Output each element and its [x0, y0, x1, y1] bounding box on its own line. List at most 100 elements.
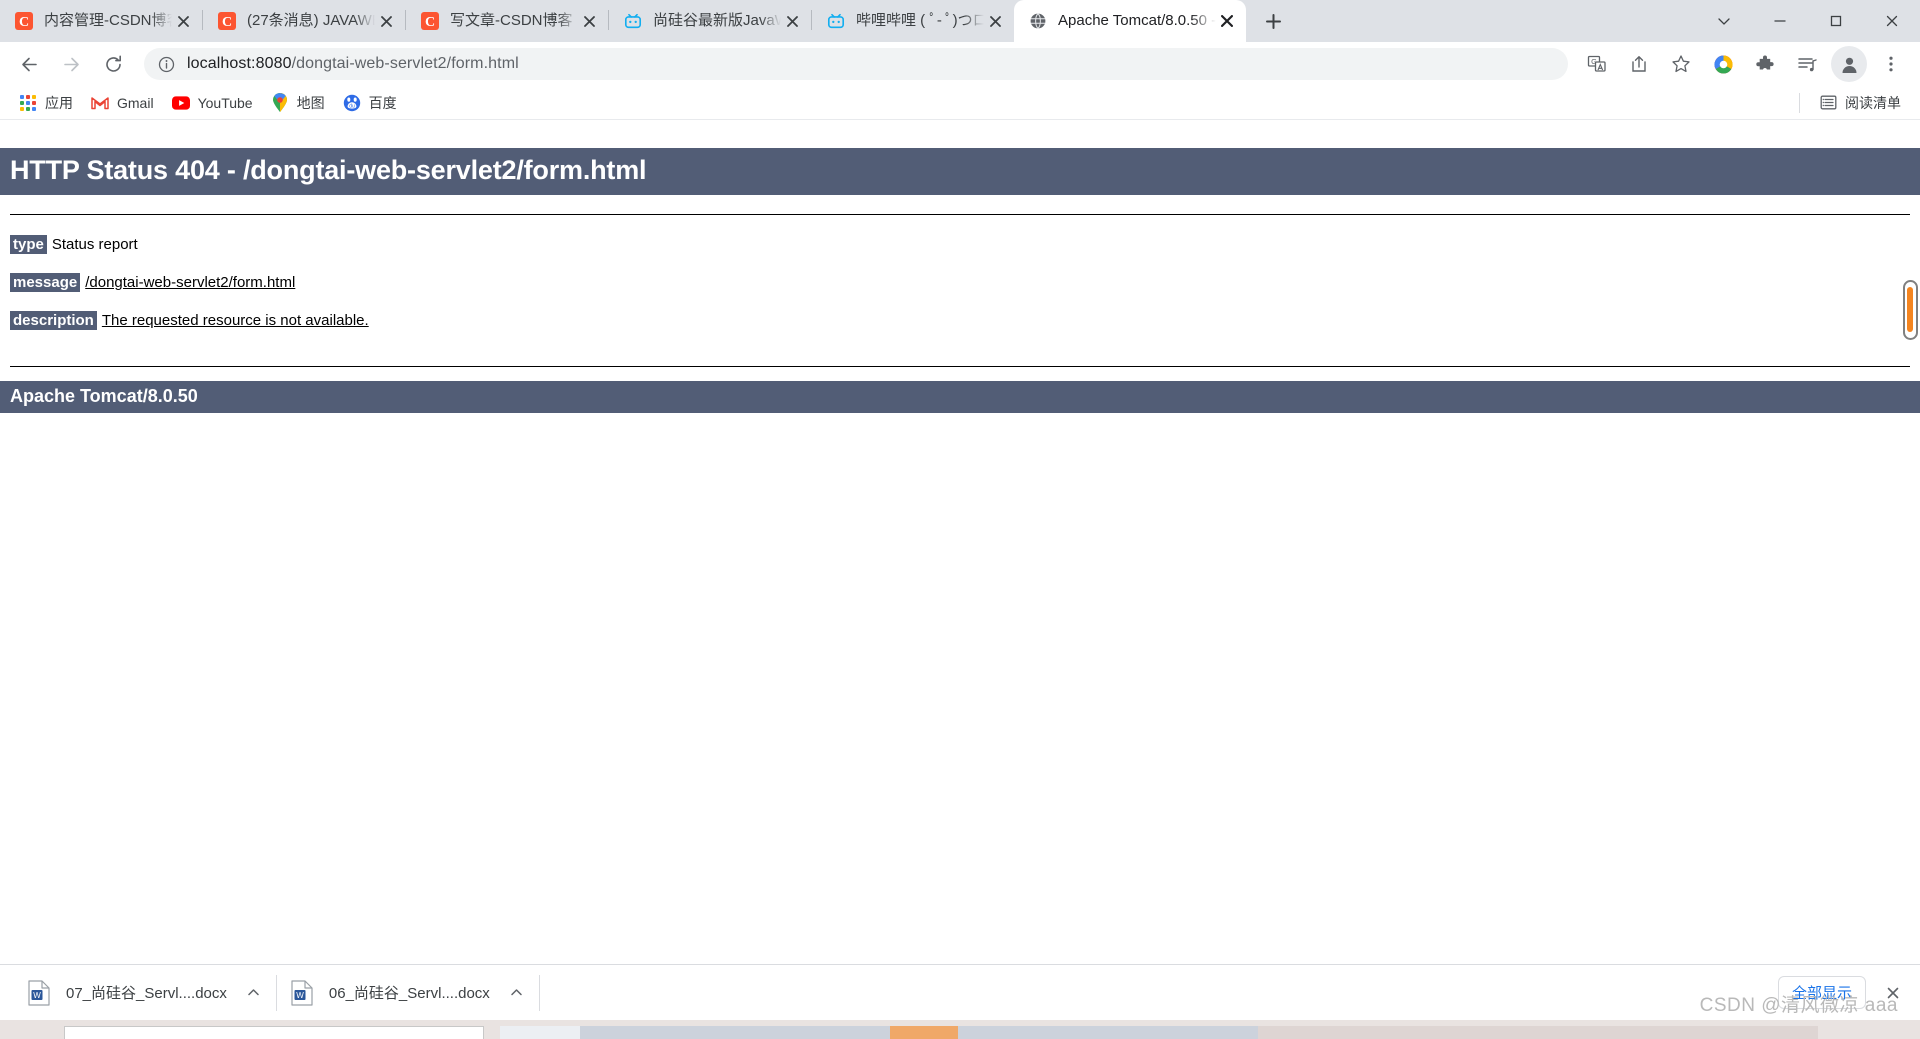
- tab-title: 写文章-CSDN博客: [450, 12, 573, 29]
- download-file-name: 07_尚硅谷_Servl....docx: [66, 985, 227, 1002]
- browser-tab-0[interactable]: C 内容管理-CSDN博客: [0, 0, 202, 42]
- bookmark-youtube[interactable]: YouTube: [163, 89, 262, 117]
- divider-top: [10, 214, 1910, 215]
- globe-icon: [1028, 11, 1048, 31]
- chevron-up-icon[interactable]: [247, 986, 260, 999]
- svg-text:du: du: [349, 103, 355, 109]
- tab-close-button[interactable]: [578, 10, 600, 32]
- tab-title: (27条消息) JAVAWEB-NOT: [247, 12, 375, 29]
- error-row-label: description: [10, 311, 97, 330]
- taskbar-block: [890, 1026, 958, 1039]
- bookmark-label: 地图: [296, 94, 325, 111]
- svg-text:W: W: [33, 991, 41, 1000]
- new-tab-button[interactable]: [1254, 2, 1292, 40]
- close-window-button[interactable]: [1864, 0, 1920, 42]
- os-taskbar-sliver: [0, 1020, 1920, 1039]
- download-separator: [538, 974, 540, 1011]
- browser-tab-4[interactable]: 哔哩哔哩 ( ﾟ- ﾟ)つロ 干杯~: [812, 0, 1014, 42]
- chrome-colorwheel-icon[interactable]: [1705, 46, 1741, 82]
- tab-close-button[interactable]: [375, 10, 397, 32]
- share-icon[interactable]: [1621, 46, 1657, 82]
- show-all-downloads-button[interactable]: 全部显示: [1777, 976, 1866, 1009]
- bookmark-label: YouTube: [197, 94, 253, 111]
- back-button[interactable]: [11, 46, 47, 82]
- download-shelf-right: 全部显示: [1777, 976, 1908, 1009]
- taskbar-block: [958, 1026, 1258, 1039]
- profile-avatar-icon[interactable]: [1831, 46, 1867, 82]
- tab-close-button[interactable]: [984, 10, 1006, 32]
- maximize-button[interactable]: [1808, 0, 1864, 42]
- youtube-icon: [171, 94, 190, 112]
- bookmark-apps[interactable]: 应用: [10, 89, 82, 117]
- reading-list-button[interactable]: 阅读清单: [1810, 89, 1910, 117]
- bookmark-label: Gmail: [117, 94, 154, 111]
- google-maps-pin-icon: [271, 93, 289, 112]
- error-row-type: type Status report: [10, 235, 1920, 254]
- toolbar-right-icons: G: [1576, 46, 1912, 82]
- tab-close-button[interactable]: [172, 10, 194, 32]
- svg-text:W: W: [296, 991, 304, 1000]
- bookmark-maps[interactable]: 地图: [262, 89, 334, 117]
- page-title: HTTP Status 404 - /dongtai-web-servlet2/…: [0, 148, 1920, 195]
- browser-tab-3[interactable]: 尚硅谷最新版JavaWeb全套: [609, 0, 811, 42]
- menu-kebab-icon[interactable]: [1873, 46, 1909, 82]
- info-circle-icon[interactable]: [158, 56, 175, 73]
- error-row-description: description The requested resource is not…: [10, 311, 1920, 330]
- download-item-0[interactable]: W 07_尚硅谷_Servl....docx: [14, 965, 276, 1021]
- error-row-value: The requested resource is not available.: [101, 312, 369, 329]
- reload-button[interactable]: [95, 46, 131, 82]
- bookmarks-bar-right: 阅读清单: [1799, 89, 1910, 117]
- chevron-down-icon[interactable]: [1696, 0, 1752, 42]
- url-path: /dongtai-web-servlet2/form.html: [291, 55, 519, 72]
- url-host: localhost:8080: [187, 55, 292, 72]
- taskbar-block: [1258, 1026, 1818, 1039]
- chevron-up-icon[interactable]: [510, 986, 523, 999]
- server-version-footer: Apache Tomcat/8.0.50: [0, 381, 1920, 413]
- browser-tab-5-active[interactable]: Apache Tomcat/8.0.50 - E: [1014, 0, 1246, 42]
- tab-close-button[interactable]: [1216, 10, 1238, 32]
- apps-grid-icon: [19, 94, 37, 112]
- download-file-name: 06_尚硅谷_Servl....docx: [328, 985, 490, 1002]
- extensions-puzzle-icon[interactable]: [1747, 46, 1783, 82]
- download-item-1[interactable]: W 06_尚硅谷_Servl....docx: [277, 965, 539, 1021]
- browser-window: C 内容管理-CSDN博客 C (27条消息) JAVAWEB-NOT: [0, 0, 1920, 1039]
- forward-button[interactable]: [53, 46, 89, 82]
- page-scrollbar[interactable]: [1903, 280, 1918, 340]
- close-download-shelf-button[interactable]: [1878, 978, 1908, 1008]
- word-doc-icon: W: [28, 979, 50, 1006]
- bookmark-label: 百度: [368, 94, 397, 111]
- bilibili-icon: [826, 11, 846, 31]
- taskbar-block: [500, 1026, 580, 1039]
- svg-text:C: C: [425, 15, 435, 30]
- star-icon[interactable]: [1663, 46, 1699, 82]
- media-playlist-icon[interactable]: [1789, 46, 1825, 82]
- browser-toolbar: localhost:8080/dongtai-web-servlet2/form…: [0, 42, 1920, 86]
- error-row-value: Status report: [51, 236, 138, 253]
- translate-icon[interactable]: G: [1579, 46, 1615, 82]
- tab-title: 内容管理-CSDN博客: [44, 12, 172, 29]
- tab-title: Apache Tomcat/8.0.50 - E: [1058, 12, 1216, 29]
- reading-list-icon: [1819, 94, 1837, 112]
- bookmark-gmail[interactable]: Gmail: [82, 89, 163, 117]
- tab-strip: C 内容管理-CSDN博客 C (27条消息) JAVAWEB-NOT: [0, 0, 1920, 42]
- taskbar-window-preview: [64, 1026, 484, 1039]
- reading-list-label: 阅读清单: [1845, 94, 1901, 111]
- address-bar[interactable]: localhost:8080/dongtai-web-servlet2/form…: [144, 48, 1568, 80]
- scrollbar-thumb[interactable]: [1907, 287, 1913, 332]
- page-viewport: HTTP Status 404 - /dongtai-web-servlet2/…: [0, 120, 1920, 1004]
- csdn-icon: C: [217, 11, 237, 31]
- browser-tab-2[interactable]: C 写文章-CSDN博客: [406, 0, 608, 42]
- svg-text:C: C: [19, 15, 29, 30]
- svg-text:C: C: [222, 15, 232, 30]
- tab-close-button[interactable]: [781, 10, 803, 32]
- tab-title: 尚硅谷最新版JavaWeb全套: [653, 12, 781, 29]
- tomcat-error-page: HTTP Status 404 - /dongtai-web-servlet2/…: [0, 148, 1920, 413]
- minimize-button[interactable]: [1752, 0, 1808, 42]
- browser-tab-1[interactable]: C (27条消息) JAVAWEB-NOT: [203, 0, 405, 42]
- download-shelf: W 07_尚硅谷_Servl....docx W 06_尚硅谷_Servl...…: [0, 964, 1920, 1020]
- window-controls: [1696, 0, 1920, 42]
- bookmark-baidu[interactable]: du 百度: [334, 89, 406, 117]
- tab-list: C 内容管理-CSDN博客 C (27条消息) JAVAWEB-NOT: [0, 0, 1246, 42]
